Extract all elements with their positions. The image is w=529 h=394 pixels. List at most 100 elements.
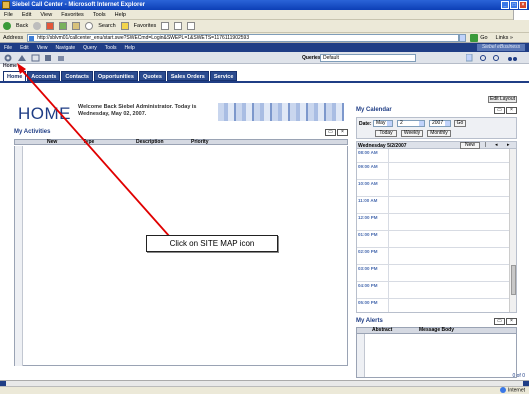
time-slot[interactable]: 04:00 PM [357, 282, 510, 299]
search-icon[interactable] [85, 22, 94, 30]
forward-nav-icon[interactable] [45, 55, 51, 61]
tab-service[interactable]: Service [209, 71, 238, 81]
day-select[interactable]: 2 [397, 120, 425, 127]
query-dropdown-icon[interactable] [466, 54, 473, 62]
tab-accounts[interactable]: Accounts [27, 71, 61, 81]
site-map-icon[interactable] [4, 54, 12, 62]
browser-menu-tools[interactable]: Tools [93, 12, 106, 18]
time-slot-label: 01:00 PM [358, 232, 378, 237]
links-label[interactable]: Links » [496, 35, 513, 41]
back-button-label[interactable]: Back [16, 23, 28, 29]
next-arrow-icon[interactable]: ▸ [507, 142, 510, 149]
column-abstract[interactable]: Abstract [372, 328, 392, 333]
minimize-alerts-icon[interactable]: ▭ [494, 318, 505, 325]
refresh-icon[interactable] [59, 22, 68, 30]
calendar-scrollbar[interactable] [509, 149, 516, 312]
app-menu-view[interactable]: View [37, 45, 48, 51]
year-select[interactable]: 2007 [429, 120, 451, 127]
time-slot[interactable]: 02:00 PM [357, 248, 510, 265]
print-icon[interactable] [187, 22, 196, 30]
calendar-applet-controls: ▭ × [494, 107, 517, 114]
zone-label: Internet [508, 387, 525, 394]
close-icon[interactable]: × [519, 1, 527, 9]
address-field[interactable]: http://sblvm01/callcenter_enu/start.swe?… [27, 33, 460, 42]
home-icon[interactable] [72, 22, 81, 30]
column-message-body[interactable]: Message Body [419, 328, 454, 333]
weekly-button[interactable]: Weekly [401, 130, 423, 137]
binoculars-icon[interactable] [508, 57, 517, 61]
browser-menu-view[interactable]: View [40, 12, 52, 18]
maximize-icon[interactable]: □ [510, 1, 518, 9]
queries-select[interactable]: Default [320, 54, 416, 62]
address-dropdown-icon[interactable] [459, 33, 467, 42]
alerts-list-body [356, 334, 517, 378]
column-priority[interactable]: Priority [191, 140, 209, 145]
edit-layout-button[interactable]: Edit Layout [488, 96, 517, 103]
minimize-icon[interactable]: _ [501, 1, 509, 9]
tab-quotes[interactable]: Quotes [138, 71, 166, 81]
browser-menu-favorites[interactable]: Favorites [61, 12, 84, 18]
home-breadcrumb[interactable]: Home [3, 63, 17, 69]
search-button-label[interactable]: Search [98, 23, 115, 29]
tab-sales-orders[interactable]: Sales Orders [166, 71, 209, 81]
new-appointment-button[interactable]: New [460, 142, 480, 149]
mail-icon[interactable] [174, 22, 183, 30]
favorites-button-label[interactable]: Favorites [134, 23, 157, 29]
query-search-icon[interactable] [493, 55, 499, 61]
browser-menu-edit[interactable]: Edit [22, 12, 31, 18]
history-nav-icon[interactable] [31, 54, 40, 62]
tab-home[interactable]: Home [3, 71, 27, 81]
column-type[interactable]: Type [83, 140, 94, 145]
minimize-calendar-icon[interactable]: ▭ [494, 107, 505, 114]
previous-day-icon[interactable]: | [485, 142, 486, 149]
close-alerts-icon[interactable]: × [506, 318, 517, 325]
history-icon[interactable] [161, 22, 170, 30]
calendar-day-header: Wednesday 5/2/2007 New | ◂ ▸ [356, 141, 517, 149]
forward-arrow-icon[interactable] [33, 22, 42, 30]
tab-opportunities[interactable]: Opportunities [93, 71, 138, 81]
back-nav-icon[interactable] [18, 55, 26, 61]
app-menu-file[interactable]: File [4, 45, 12, 51]
go-arrow-icon[interactable] [470, 33, 479, 42]
go-button-label[interactable]: Go [480, 35, 487, 41]
today-button[interactable]: Today [375, 130, 397, 137]
app-menu-query[interactable]: Query [83, 45, 97, 51]
time-slot[interactable]: 11:00 AM [357, 197, 510, 214]
query-refresh-icon[interactable] [480, 55, 486, 61]
app-menu-tools[interactable]: Tools [105, 45, 117, 51]
browser-menu-help[interactable]: Help [115, 12, 126, 18]
back-arrow-icon[interactable] [3, 22, 11, 30]
favorites-star-icon[interactable] [120, 22, 129, 30]
time-slot[interactable]: 10:00 AM [357, 180, 510, 197]
column-new[interactable]: New [47, 140, 57, 145]
minimize-applet-icon[interactable]: ▭ [325, 129, 336, 136]
date-go-button[interactable]: Go [454, 120, 466, 127]
time-slot[interactable]: 12:00 PM [357, 214, 510, 231]
windows-logo-icon [513, 10, 529, 20]
app-menu-edit[interactable]: Edit [20, 45, 29, 51]
time-slot[interactable]: 08:00 AM [357, 149, 510, 163]
home-title: HOME [18, 104, 71, 123]
time-slot[interactable]: 05:00 PM [357, 299, 510, 312]
close-applet-icon[interactable]: × [337, 129, 348, 136]
time-slot-label: 08:00 AM [358, 150, 378, 155]
tab-contacts[interactable]: Contacts [61, 71, 93, 81]
query-tool-icons [466, 54, 517, 62]
time-slot[interactable]: 03:00 PM [357, 265, 510, 282]
close-calendar-icon[interactable]: × [506, 107, 517, 114]
monthly-button[interactable]: Monthly [427, 130, 451, 137]
browser-menu-file[interactable]: File [4, 12, 13, 18]
calendar-scroll-thumb[interactable] [511, 265, 516, 295]
stop-icon[interactable] [46, 22, 55, 30]
app-menu-help[interactable]: Help [124, 45, 134, 51]
time-slot[interactable]: 09:00 AM [357, 163, 510, 180]
month-select[interactable]: May [373, 120, 393, 127]
time-slot[interactable]: 01:00 PM [357, 231, 510, 248]
internet-globe-icon [500, 387, 507, 393]
welcome-message: Welcome Back Siebel Administrator. Today… [78, 104, 197, 117]
prev-arrow-icon[interactable]: ◂ [495, 142, 498, 149]
app-menu-navigate[interactable]: Navigate [55, 45, 75, 51]
my-calendar-title: My Calendar [356, 107, 392, 113]
print-nav-icon[interactable] [58, 56, 64, 61]
column-description[interactable]: Description [136, 140, 164, 145]
